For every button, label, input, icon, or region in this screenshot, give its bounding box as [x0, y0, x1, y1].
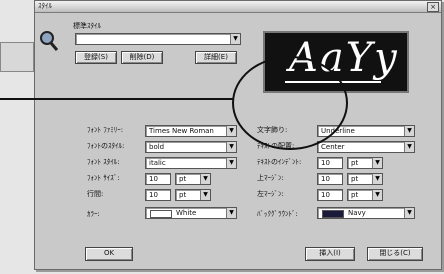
chevron-down-icon[interactable]: ▼: [372, 174, 382, 184]
font-weight-value: bold: [149, 143, 165, 151]
font-style-select[interactable]: italic ▼: [145, 157, 237, 169]
style-select[interactable]: ▼: [75, 33, 241, 45]
color-swatch: [150, 210, 172, 218]
style-label: 標準ｽﾀｲﾙ: [73, 22, 101, 30]
font-family-label: ﾌｫﾝﾄ ﾌｧﾐﾘｰ:: [87, 126, 124, 134]
chevron-down-icon[interactable]: ▼: [230, 34, 240, 44]
font-weight-select[interactable]: bold ▼: [145, 141, 237, 153]
text-indent-unit-select[interactable]: pt ▼: [347, 157, 383, 169]
chevron-down-icon[interactable]: ▼: [372, 158, 382, 168]
font-size-value: 10: [149, 175, 158, 183]
color-select[interactable]: White ▼: [145, 207, 237, 219]
font-style-label: ﾌｫﾝﾄ ｽﾀｲﾙ:: [87, 158, 120, 166]
line-height-value: 10: [149, 191, 158, 199]
top-margin-value: 10: [321, 175, 330, 183]
close-icon[interactable]: ×: [427, 2, 439, 12]
close-button[interactable]: 閉じる(C): [367, 247, 423, 261]
background-value: Navy: [348, 209, 366, 217]
left-margin-value: 10: [321, 191, 330, 199]
line-height-label: 行間:: [87, 190, 104, 198]
chevron-down-icon[interactable]: ▼: [404, 208, 414, 218]
text-align-value: Center: [321, 143, 345, 151]
background-select[interactable]: Navy ▼: [317, 207, 415, 219]
ok-button[interactable]: OK: [85, 247, 133, 261]
line-height-input[interactable]: 10: [145, 189, 171, 201]
font-weight-label: ﾌｫﾝﾄのｽﾀｲﾙ:: [87, 142, 125, 150]
font-size-label: ﾌｫﾝﾄ ｻｲｽﾞ:: [87, 174, 120, 182]
text-indent-value: 10: [321, 159, 330, 167]
insert-button[interactable]: 挿入(I): [305, 247, 355, 261]
font-style-value: italic: [149, 159, 166, 167]
delete-button[interactable]: 削除(D): [121, 51, 163, 64]
dialog-title: ｽﾀｲﾙ: [38, 2, 52, 10]
text-indent-input[interactable]: 10: [317, 157, 343, 169]
font-size-unit: pt: [179, 175, 187, 183]
chevron-down-icon[interactable]: ▼: [372, 190, 382, 200]
chevron-down-icon[interactable]: ▼: [226, 158, 236, 168]
background-swatch: [322, 210, 344, 218]
background-window-fragment: [0, 42, 34, 72]
style-dialog: ｽﾀｲﾙ × 標準ｽﾀｲﾙ ▼ 登録(S) 削除(D) 詳細(E) AaYy ﾌ…: [34, 0, 442, 270]
font-size-unit-select[interactable]: pt ▼: [175, 173, 211, 185]
line-height-unit-select[interactable]: pt ▼: [175, 189, 211, 201]
font-size-input[interactable]: 10: [145, 173, 171, 185]
title-bar: ｽﾀｲﾙ ×: [35, 1, 441, 13]
left-margin-unit-select[interactable]: pt ▼: [347, 189, 383, 201]
text-align-select[interactable]: Center ▼: [317, 141, 415, 153]
callout-circle: [232, 56, 348, 150]
chevron-down-icon[interactable]: ▼: [404, 126, 414, 136]
top-margin-label: 上ﾏｰｼﾞﾝ:: [257, 174, 284, 182]
callout-line: [0, 98, 234, 100]
left-margin-unit: pt: [351, 191, 359, 199]
font-family-select[interactable]: Times New Roman ▼: [145, 125, 237, 137]
left-margin-label: 左ﾏｰｼﾞﾝ:: [257, 190, 284, 198]
color-value: White: [176, 209, 197, 217]
chevron-down-icon[interactable]: ▼: [200, 190, 210, 200]
chevron-down-icon[interactable]: ▼: [226, 208, 236, 218]
top-margin-input[interactable]: 10: [317, 173, 343, 185]
edit-button[interactable]: 詳細(E): [195, 51, 237, 64]
top-margin-unit: pt: [351, 175, 359, 183]
register-button[interactable]: 登録(S): [75, 51, 117, 64]
chevron-down-icon[interactable]: ▼: [226, 126, 236, 136]
left-margin-input[interactable]: 10: [317, 189, 343, 201]
color-label: ｶﾗｰ:: [87, 210, 100, 218]
font-family-value: Times New Roman: [149, 127, 214, 135]
chevron-down-icon[interactable]: ▼: [404, 142, 414, 152]
text-indent-unit: pt: [351, 159, 359, 167]
chevron-down-icon[interactable]: ▼: [200, 174, 210, 184]
chevron-down-icon[interactable]: ▼: [226, 142, 236, 152]
line-height-unit: pt: [179, 191, 187, 199]
magnifier-icon: [40, 31, 59, 51]
top-margin-unit-select[interactable]: pt ▼: [347, 173, 383, 185]
text-indent-label: ﾃｷｽﾄのｲﾝﾃﾞﾝﾄ:: [257, 158, 302, 166]
background-label: ﾊﾞｯｸｸﾞﾗｳﾝﾄﾞ:: [257, 210, 298, 218]
